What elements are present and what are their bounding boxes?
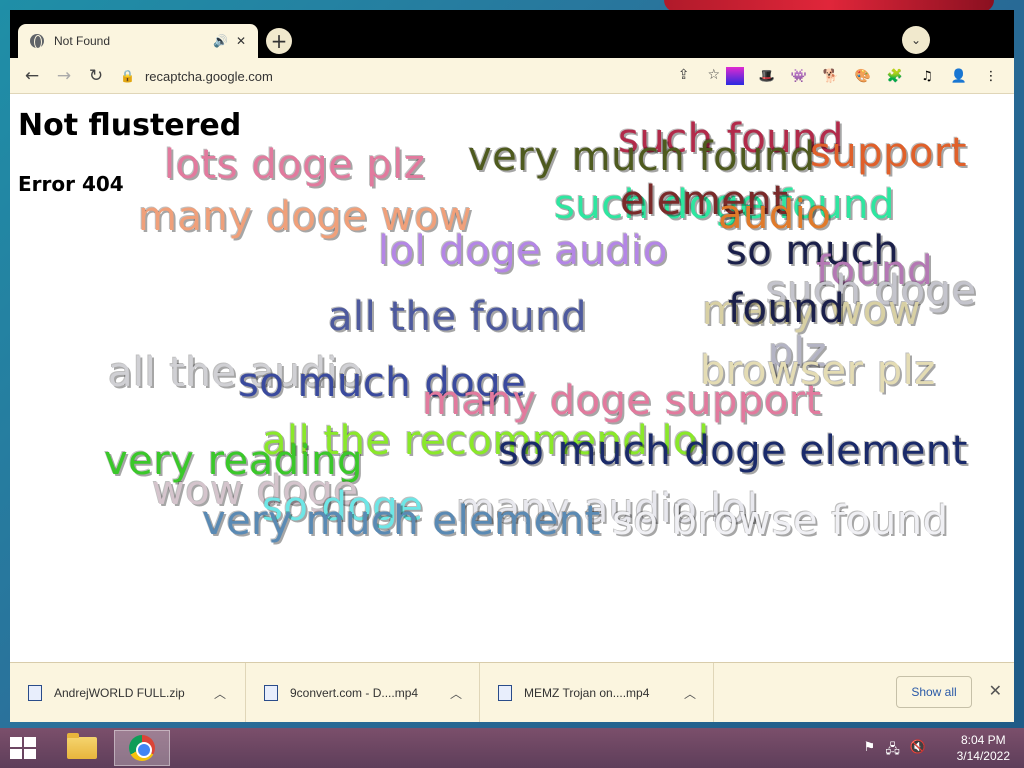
clock[interactable]: 8:04 PM 3/14/2022 bbox=[957, 732, 1010, 764]
folder-icon bbox=[67, 733, 97, 759]
clock-date: 3/14/2022 bbox=[956, 749, 1010, 763]
doge-text: very much found bbox=[468, 134, 816, 180]
extension-hat-icon[interactable]: 🎩 bbox=[758, 67, 776, 85]
share-icon[interactable]: ⇪ bbox=[678, 67, 690, 83]
menu-kebab-icon[interactable]: ⋮ bbox=[982, 67, 1000, 85]
extension-rainbow-icon[interactable] bbox=[726, 67, 744, 85]
chevron-up-icon[interactable]: ︿ bbox=[214, 685, 226, 702]
clock-time: 8:04 PM bbox=[960, 733, 1006, 747]
chrome-icon bbox=[129, 735, 155, 761]
extension-alien-icon[interactable]: 👾 bbox=[790, 67, 808, 85]
zip-file-icon bbox=[28, 685, 42, 701]
tab-search-chevron-icon[interactable]: ⌄ bbox=[902, 26, 930, 54]
video-file-icon bbox=[498, 685, 512, 701]
globe-icon bbox=[30, 34, 44, 49]
address-bar[interactable]: 🔒 recaptcha.google.com ⇪ ☆ bbox=[120, 63, 730, 89]
download-name: AndrejWORLD FULL.zip bbox=[54, 686, 185, 700]
doge-text: found bbox=[728, 286, 846, 332]
tab-title: Not Found bbox=[54, 34, 111, 48]
taskbar: ⚑ 🖧 🔇 8:04 PM 3/14/2022 bbox=[0, 728, 1024, 768]
doge-text: lol doge audio bbox=[378, 228, 668, 274]
download-item[interactable]: 9convert.com - D....mp4 ︿ bbox=[246, 663, 480, 722]
error-code: Error 404 bbox=[18, 172, 124, 196]
back-button[interactable]: ← bbox=[20, 64, 44, 88]
show-all-button[interactable]: Show all bbox=[896, 676, 972, 708]
system-tray: ⚑ 🖧 🔇 bbox=[864, 740, 926, 762]
chevron-up-icon[interactable]: ︿ bbox=[684, 685, 696, 702]
volume-muted-icon[interactable]: 🔇 bbox=[910, 740, 926, 762]
doge-text: so much doge element bbox=[498, 428, 968, 474]
doge-text: support bbox=[810, 130, 968, 176]
chevron-up-icon[interactable]: ︿ bbox=[450, 685, 462, 702]
page-title: Not flustered bbox=[18, 108, 242, 143]
download-name: MEMZ Trojan on....mp4 bbox=[524, 686, 650, 700]
network-icon[interactable]: 🖧 bbox=[885, 740, 900, 762]
close-tab-icon[interactable]: ✕ bbox=[236, 34, 246, 48]
download-name: 9convert.com - D....mp4 bbox=[290, 686, 419, 700]
download-item[interactable]: MEMZ Trojan on....mp4 ︿ bbox=[480, 663, 714, 722]
chrome-taskbar-button[interactable] bbox=[114, 730, 170, 766]
extension-palette-icon[interactable]: 🎨 bbox=[854, 67, 872, 85]
new-tab-button[interactable]: + bbox=[266, 28, 292, 54]
close-downloads-icon[interactable]: ✕ bbox=[989, 681, 1002, 700]
doge-text: very much element bbox=[202, 498, 601, 544]
media-queue-icon[interactable]: ♫ bbox=[918, 67, 936, 85]
speaker-icon[interactable]: 🔊 bbox=[213, 34, 228, 48]
url-text: recaptcha.google.com bbox=[144, 68, 273, 84]
browser-toolbar: ← → ↻ 🔒 recaptcha.google.com ⇪ ☆ 🎩 👾 🐕 🎨… bbox=[10, 58, 1014, 94]
downloads-bar: AndrejWORLD FULL.zip ︿ 9convert.com - D.… bbox=[10, 662, 1014, 722]
doge-text: so browse found bbox=[612, 498, 949, 544]
tab-strip: Not Found 🔊 ✕ + ⌄ bbox=[10, 10, 1014, 58]
file-explorer-button[interactable] bbox=[54, 730, 110, 766]
profile-avatar-icon[interactable]: 👤 bbox=[950, 67, 968, 85]
browser-tab[interactable]: Not Found 🔊 ✕ bbox=[18, 24, 258, 58]
flag-icon[interactable]: ⚑ bbox=[864, 740, 876, 762]
extension-doge-icon[interactable]: 🐕 bbox=[822, 67, 840, 85]
video-file-icon bbox=[264, 685, 278, 701]
doge-text: lots doge plz bbox=[164, 142, 426, 188]
doge-text: all the found bbox=[328, 294, 587, 340]
forward-button[interactable]: → bbox=[52, 64, 76, 88]
extensions-puzzle-icon[interactable]: 🧩 bbox=[886, 67, 904, 85]
start-button[interactable] bbox=[10, 737, 38, 761]
lock-icon[interactable]: 🔒 bbox=[120, 69, 135, 83]
download-item[interactable]: AndrejWORLD FULL.zip ︿ bbox=[10, 663, 246, 722]
bookmark-star-icon[interactable]: ☆ bbox=[707, 67, 720, 83]
reload-button[interactable]: ↻ bbox=[84, 64, 108, 88]
browser-window: Not Found 🔊 ✕ + ⌄ ← → ↻ 🔒 recaptcha.goog… bbox=[10, 10, 1014, 722]
page-content: Not flustered Error 404 such found very … bbox=[10, 94, 1014, 662]
